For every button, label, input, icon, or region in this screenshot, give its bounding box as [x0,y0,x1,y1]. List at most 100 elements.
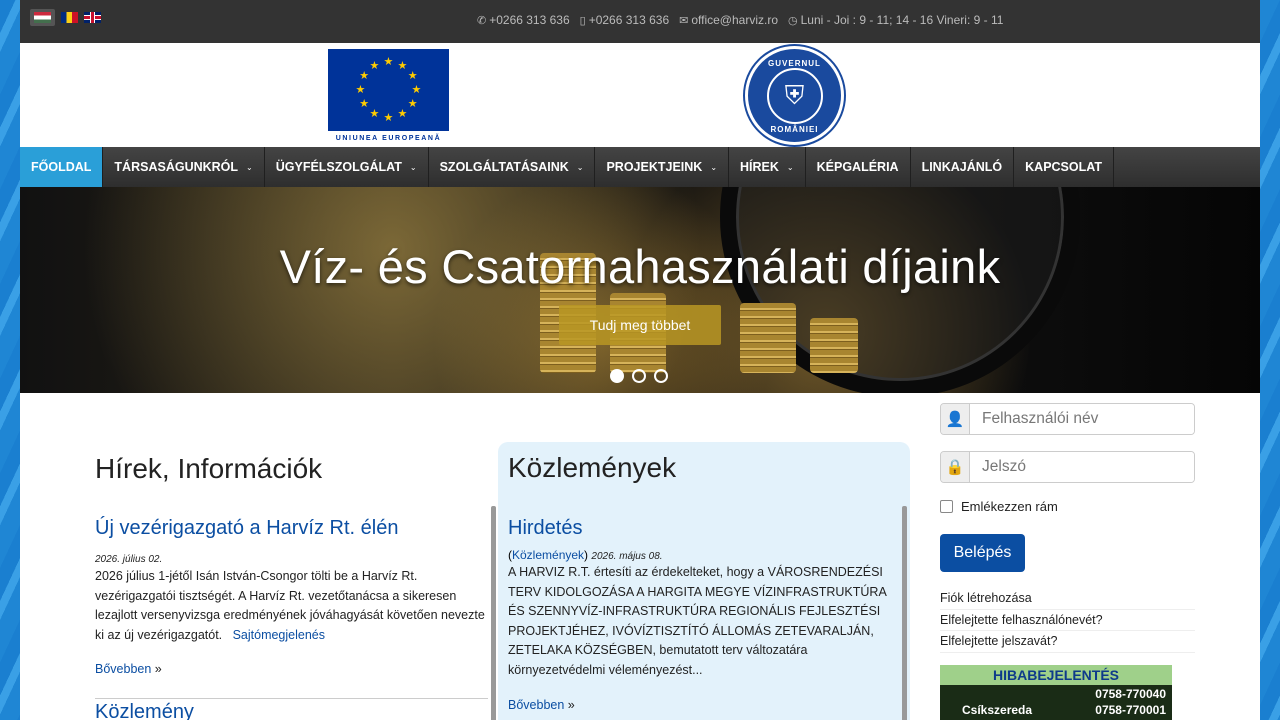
phone-icon: ✆ [477,15,487,27]
remember-me-label: Emlékezzen rám [961,499,1058,514]
nav-item-label: ÜGYFÉLSZOLGÁLAT [275,160,402,174]
eu-star-icon: ★ [397,108,408,121]
mobile-icon: ▯ [579,15,586,27]
user-icon: 👤 [941,404,970,434]
notices-scrollbar[interactable] [902,506,907,720]
slider-dots [610,369,668,383]
news-article-title[interactable]: Új vezérigazgató a Harvíz Rt. élén [95,517,488,540]
slider-dot[interactable] [610,369,624,383]
login-link[interactable]: Fiók létrehozása [940,588,1195,610]
chevron-down-icon: ⌄ [246,162,253,172]
password-field: 🔒 [940,451,1195,483]
lock-icon: 🔒 [941,452,970,482]
press-tag-link[interactable]: Sajtómegjelenés [233,628,325,642]
hungary-flag-icon [34,12,51,23]
eu-star-icon: ★ [369,108,380,121]
eu-star-icon: ★ [359,98,370,110]
nav-item[interactable]: HÍREK ⌄ [729,147,806,187]
news-heading: Hírek, Információk [95,453,323,484]
main-content: Hírek, Információk Új vezérigazgató a Ha… [20,393,1260,720]
eu-star-icon: ★ [407,98,418,110]
hero-slider: Víz- és Csatornahasználati díjaink Tudj … [20,187,1260,393]
nav-item[interactable]: LINKAJÁNLÓ [911,147,1015,187]
notice-body: A HARVIZ R.T. értesíti az érdekelteket, … [508,565,887,677]
mobile-contact[interactable]: ▯ +0266 313 636 [580,13,669,27]
notice-date: 2026. május 08. [591,551,663,562]
login-button[interactable]: Belépés [940,534,1025,572]
remember-me-checkbox[interactable] [940,500,953,513]
learn-more-button[interactable]: Tudj meg többet [559,305,721,345]
government-logo: GUVERNUL ⛨ ROMÂNIEI [745,46,844,145]
chevron-down-icon: ⌄ [710,162,718,172]
opening-hours-text: Luni - Joi : 9 - 11; 14 - 16 Vineri: 9 -… [800,13,1004,27]
banner-phone-a: 0758-770040 [1095,686,1166,701]
envelope-icon: ✉ [679,15,689,27]
nav-item-label: HÍREK [740,160,779,174]
nav-item[interactable]: KÉPGALÉRIA [806,147,911,187]
nav-item-label: KAPCSOLAT [1025,160,1102,174]
coin-stack-image [740,303,796,373]
news-scrollbar[interactable] [491,506,496,720]
eu-star-icon: ★ [383,56,394,68]
nav-item-label: FŐOLDAL [31,160,92,174]
notice-category-link[interactable]: Közlemények [512,548,584,562]
coin-stack-image [810,318,858,373]
chevron-down-icon: ⌄ [576,162,584,172]
language-switcher [30,9,101,26]
language-ro[interactable] [61,12,78,23]
email-contact[interactable]: ✉ office@harviz.ro [679,13,778,27]
banner-title: HIBABEJELENTÉS [940,664,1172,685]
notices-column: Közlemények Hirdetés (Közlemények) 2026.… [498,442,910,720]
fault-report-banner[interactable]: HIBABEJELENTÉS 0758-770040 Csíkszereda 07… [940,664,1172,720]
banner-row-1: 0758-770040 [940,685,1172,701]
eu-star-icon: ★ [383,112,394,124]
nav-item[interactable]: FŐOLDAL [20,147,104,187]
eu-caption: UNIUNEA EUROPEANĂ [335,135,442,142]
eu-star-icon: ★ [355,84,366,96]
notice-read-more-link[interactable]: Bővebben [508,698,564,712]
nav-item[interactable]: PROJEKTJEINK ⌄ [595,147,730,187]
banner-row-2: Csíkszereda 0758-770001 [940,701,1172,717]
notices-heading: Közlemények [508,452,677,483]
language-en[interactable] [84,12,101,23]
nav-item-label: LINKAJÁNLÓ [921,160,1003,174]
nav-item[interactable]: SZOLGÁLTATÁSAINK ⌄ [429,147,596,187]
eu-star-icon: ★ [397,59,408,72]
page: ✆ +0266 313 636 ▯ +0266 313 636 ✉ office@ha… [20,0,1260,720]
eu-star-icon: ★ [411,84,422,96]
eu-flag-icon: ★ ★ ★ ★ ★ ★ ★ ★ ★ ★ ★ ★ [328,49,449,131]
username-field: 👤 [940,403,1195,435]
chevron-down-icon: ⌄ [786,162,794,172]
login-link[interactable]: Elfelejtette felhasználónevét? [940,610,1195,631]
nav-item[interactable]: KAPCSOLAT [1014,147,1114,187]
email-address: office@harviz.ro [691,13,779,27]
news-read-more-link[interactable]: Bővebben [95,662,151,676]
slider-dot[interactable] [654,369,668,383]
eu-star-icon: ★ [369,59,380,72]
nav-item[interactable]: ÜGYFÉLSZOLGÁLAT ⌄ [265,147,429,187]
notice-article-title[interactable]: Hirdetés [508,517,900,540]
next-article-title[interactable]: Közlemény [95,701,488,720]
banner-phone-b: 0758-770001 [1095,702,1166,717]
remember-me: Emlékezzen rám [940,499,1195,514]
nav-item-label: PROJEKTJEINK [606,160,703,174]
username-input[interactable] [970,404,1194,434]
eu-logo: ★ ★ ★ ★ ★ ★ ★ ★ ★ ★ ★ ★ UNIUNEA EUROPEANĂ [328,49,449,142]
login-link[interactable]: Elfelejtette jelszavát? [940,631,1195,653]
language-hu[interactable] [30,9,55,26]
notice-meta: (Közlemények) 2026. május 08. [508,548,663,562]
news-article-body: 2026 július 1-jétől Isán István-Csongor … [95,567,488,645]
nav-item-label: SZOLGÁLTATÁSAINK [439,160,569,174]
eu-star-icon: ★ [359,70,370,82]
gov-logo-top-text: GUVERNUL [768,59,821,68]
chevron-down-icon: ⌄ [409,162,417,172]
phone-contact[interactable]: ✆ +0266 313 636 [477,13,570,27]
phone-number: +0266 313 636 [489,13,570,27]
nav-item[interactable]: TÁRSASÁGUNKRÓL ⌄ [103,147,265,187]
nav-item-label: KÉPGALÉRIA [816,160,899,174]
coat-of-arms-icon: ⛨ [766,67,823,124]
opening-hours: ◷ Luni - Joi : 9 - 11; 14 - 16 Vineri: 9 … [788,13,1003,27]
main-nav: FŐOLDAL TÁRSASÁGUNKRÓL ⌄ ÜGYFÉLSZOLGÁLAT ⌄ SZ… [20,147,1260,187]
slider-dot[interactable] [632,369,646,383]
password-input[interactable] [970,452,1194,482]
